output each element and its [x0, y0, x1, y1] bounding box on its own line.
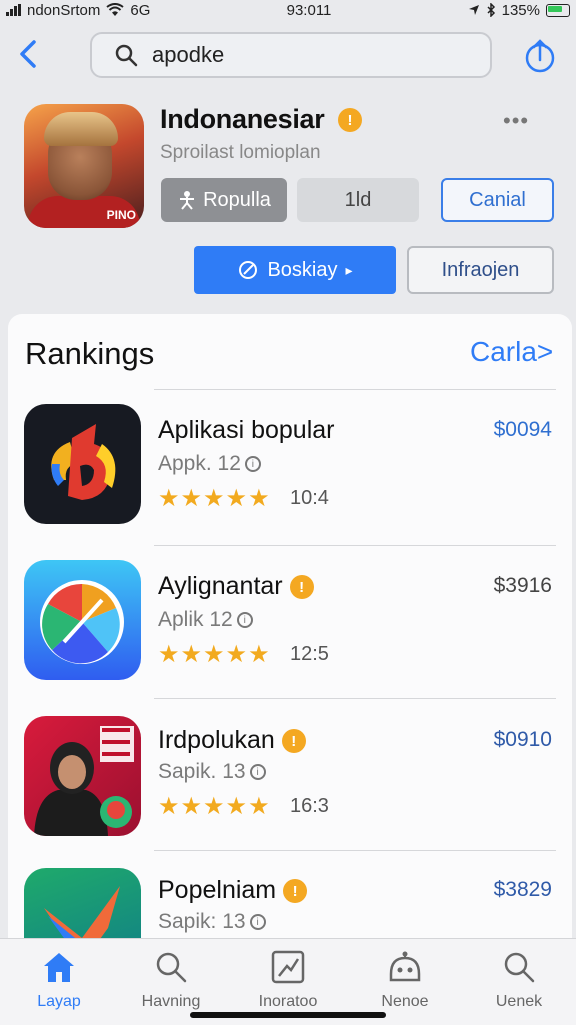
chevron-right-icon: ▸ [345, 261, 353, 278]
app-name: Aplikasi bopular [158, 416, 335, 444]
rankings-see-all-link[interactable]: Carla> [470, 336, 553, 368]
robot-icon [389, 951, 421, 982]
info-icon: i [249, 764, 266, 781]
info-button-label: Infraojen [441, 258, 520, 281]
share-button[interactable] [520, 36, 560, 76]
info-icon: i [249, 914, 266, 931]
status-bar: ndonSrtom 6G 93:011 135% [0, 0, 576, 20]
more-options-button[interactable]: ••• [503, 108, 529, 134]
rankings-title: Rankings [25, 336, 155, 371]
app-icon [24, 868, 141, 938]
more-icon: ••• [503, 108, 530, 133]
tab-search-2[interactable]: Uenek [464, 947, 574, 1011]
app-name: Aylignantar ! [158, 572, 314, 601]
status-time: 93:011 [286, 1, 332, 19]
divider [154, 698, 556, 699]
top-bar [0, 26, 576, 88]
rating-count: 12:5 [290, 643, 329, 665]
bluetooth-icon [487, 3, 495, 17]
signal-icon [6, 4, 21, 16]
battery-icon [546, 3, 570, 17]
app-meta: Appk. 12 i [158, 452, 261, 476]
verified-badge-icon: ! [283, 879, 308, 904]
app-meta: Aplik 12 i [158, 608, 253, 632]
rating-count: 10:4 [290, 487, 329, 509]
search-field[interactable] [90, 32, 492, 78]
home-indicator[interactable] [190, 1012, 386, 1018]
divider [154, 389, 556, 390]
price-label[interactable]: $3829 [494, 878, 552, 902]
app-name: Popelniam ! [158, 876, 308, 905]
search-input[interactable] [150, 41, 454, 69]
app-meta: Sapik: 13 i [158, 910, 266, 934]
tab-home[interactable]: Layap [4, 947, 114, 1011]
search-icon [156, 952, 187, 983]
tab-label: Layap [37, 993, 81, 1010]
tab-charts[interactable]: Inoratoo [233, 947, 343, 1011]
tab-label: Havning [141, 993, 201, 1010]
tab-search[interactable]: Havning [116, 947, 226, 1011]
popular-button-label: Ropulla [203, 188, 271, 211]
verified-badge-icon: ! [338, 108, 362, 132]
app-subtitle: Sproilast lomioplan [160, 142, 321, 163]
info-icon: i [236, 612, 253, 629]
battery-percent: 135% [501, 1, 540, 19]
verified-badge-icon: ! [281, 729, 306, 754]
list-item[interactable]: Popelniam ! Sapik: 13 i $3829 [0, 866, 576, 938]
price-label[interactable]: $0910 [494, 728, 552, 752]
star-rating: ★★★★★ [158, 793, 271, 820]
wifi-icon [106, 3, 124, 16]
tab-label: Nenoe [381, 993, 429, 1010]
app-title: Indonanesiar [160, 104, 325, 134]
primary-action-button[interactable]: Boskiay ▸ [194, 246, 396, 294]
cancel-button[interactable]: Canial [441, 178, 554, 222]
tab-label: Inoratoo [258, 993, 318, 1010]
chart-icon [271, 950, 305, 984]
price-label[interactable]: $0094 [494, 418, 552, 442]
range-button-label: 1ld [344, 188, 372, 211]
divider [154, 545, 556, 546]
list-item[interactable]: Aylignantar ! Aplik 12 i ★★★★★ 12:5 $3916 [0, 556, 576, 706]
home-icon [44, 953, 74, 982]
network-label: 6G [130, 1, 151, 19]
search-icon [115, 44, 138, 67]
location-icon [468, 5, 479, 15]
cancel-button-label: Canial [469, 188, 526, 211]
list-item[interactable]: Aplikasi bopular Appk. 12 i ★★★★★ 10:4 $0… [0, 400, 576, 550]
app-icon [24, 716, 141, 836]
range-button[interactable]: 1ld [297, 178, 419, 222]
search-icon [504, 952, 535, 983]
rating-count: 16:3 [290, 795, 329, 817]
price-label[interactable]: $3916 [494, 574, 552, 598]
verified-badge-icon: ! [289, 575, 314, 600]
info-button[interactable]: Infraojen [407, 246, 554, 294]
divider [154, 850, 556, 851]
person-icon [180, 191, 195, 210]
back-button[interactable] [14, 38, 42, 70]
share-icon [525, 39, 555, 73]
app-icon: PINO [24, 104, 144, 228]
app-icon [24, 404, 141, 524]
star-rating: ★★★★★ [158, 485, 271, 512]
chevron-left-icon [20, 40, 36, 68]
tab-arcade[interactable]: Nenoe [350, 947, 460, 1011]
app-icon [24, 560, 141, 680]
popular-button[interactable]: Ropulla [161, 178, 287, 222]
star-rating: ★★★★★ [158, 641, 271, 668]
app-name: Irdpolukan ! [158, 726, 306, 755]
info-icon: i [244, 456, 261, 473]
list-item[interactable]: Irdpolukan ! Sapik. 13 i ★★★★★ 16:3 $0910 [0, 710, 576, 860]
tab-label: Uenek [495, 993, 543, 1010]
app-meta: Sapik. 13 i [158, 760, 266, 784]
carrier-label: ndonSrtom [27, 1, 101, 19]
edit-icon [239, 261, 258, 279]
app-icon-tag: PINO [106, 208, 136, 222]
primary-action-label: Boskiay [267, 258, 338, 281]
